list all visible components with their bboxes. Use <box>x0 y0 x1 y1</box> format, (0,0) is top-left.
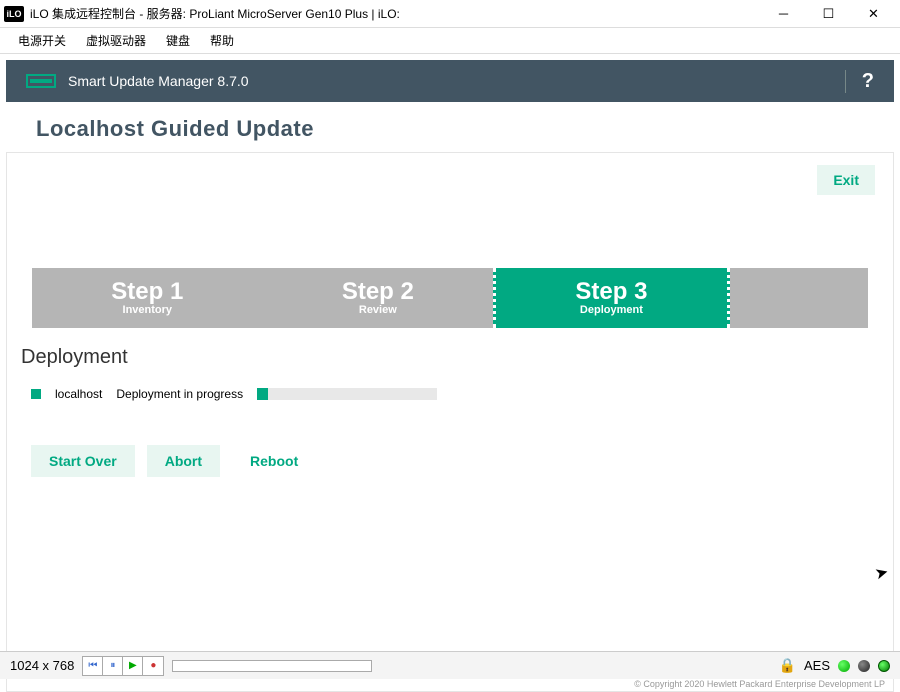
status-led-2 <box>858 660 870 672</box>
power-led-icon[interactable] <box>878 660 890 672</box>
step-2: Step 2 Review <box>263 268 494 328</box>
status-bar: 1024 x 768 ⏮ ⏸ ▶ ● 🔒 AES <box>0 651 900 679</box>
step-2-title: Step 2 <box>342 280 414 304</box>
pause-button[interactable]: ⏸ <box>103 657 123 675</box>
deployment-row: localhost Deployment in progress <box>31 387 869 401</box>
exit-button[interactable]: Exit <box>817 165 875 195</box>
action-buttons: Start Over Abort Reboot <box>31 445 869 477</box>
step-progress-bar: Step 1 Inventory Step 2 Review Step 3 De… <box>32 268 868 328</box>
step-3-active: Step 3 Deployment <box>493 268 730 328</box>
step-1: Step 1 Inventory <box>32 268 263 328</box>
host-name: localhost <box>55 387 102 401</box>
menu-help[interactable]: 帮助 <box>200 32 244 49</box>
sum-title: Smart Update Manager 8.7.0 <box>68 73 845 89</box>
status-led-1 <box>838 660 850 672</box>
playback-slider[interactable] <box>172 660 372 672</box>
page-title: Localhost Guided Update <box>0 102 900 152</box>
window-titlebar: iLO iLO 集成远程控制台 - 服务器: ProLiant MicroSer… <box>0 0 900 28</box>
playback-controls: ⏮ ⏸ ▶ ● <box>82 656 164 676</box>
step-spacer <box>730 268 868 328</box>
help-icon[interactable]: ? <box>845 70 874 93</box>
menu-virtual-drive[interactable]: 虚拟驱动器 <box>76 32 156 49</box>
encryption-label: AES <box>804 658 830 673</box>
deployment-heading: Deployment <box>21 346 879 369</box>
deploy-status-text: Deployment in progress <box>116 387 243 401</box>
rewind-button[interactable]: ⏮ <box>83 657 103 675</box>
resolution-text: 1024 x 768 <box>10 658 74 673</box>
deploy-progress-fill <box>257 388 268 400</box>
step-3-title: Step 3 <box>575 280 647 304</box>
maximize-button[interactable]: ☐ <box>806 0 851 28</box>
sum-header: Smart Update Manager 8.7.0 ? <box>6 60 894 102</box>
menu-power[interactable]: 电源开关 <box>8 32 76 49</box>
close-button[interactable]: ✕ <box>851 0 896 28</box>
menu-keyboard[interactable]: 键盘 <box>156 32 200 49</box>
step-1-title: Step 1 <box>111 280 183 304</box>
content-panel: Exit Step 1 Inventory Step 2 Review Step… <box>6 152 894 692</box>
minimize-button[interactable]: ─ <box>761 0 806 28</box>
menu-bar: 电源开关 虚拟驱动器 键盘 帮助 <box>0 28 900 54</box>
record-button[interactable]: ● <box>143 657 163 675</box>
app-icon: iLO <box>4 6 24 22</box>
copyright-text: © Copyright 2020 Hewlett Packard Enterpr… <box>634 679 885 689</box>
step-3-sub: Deployment <box>580 304 643 316</box>
reboot-button[interactable]: Reboot <box>232 445 316 477</box>
status-indicator-icon <box>31 389 41 399</box>
start-over-button[interactable]: Start Over <box>31 445 135 477</box>
deploy-progress <box>257 388 437 400</box>
lock-icon: 🔒 <box>779 657 796 674</box>
window-title: iLO 集成远程控制台 - 服务器: ProLiant MicroServer … <box>30 5 761 22</box>
play-button[interactable]: ▶ <box>123 657 143 675</box>
step-1-sub: Inventory <box>123 304 173 316</box>
step-2-sub: Review <box>359 304 397 316</box>
hpe-logo-icon <box>26 74 56 88</box>
abort-button[interactable]: Abort <box>147 445 220 477</box>
